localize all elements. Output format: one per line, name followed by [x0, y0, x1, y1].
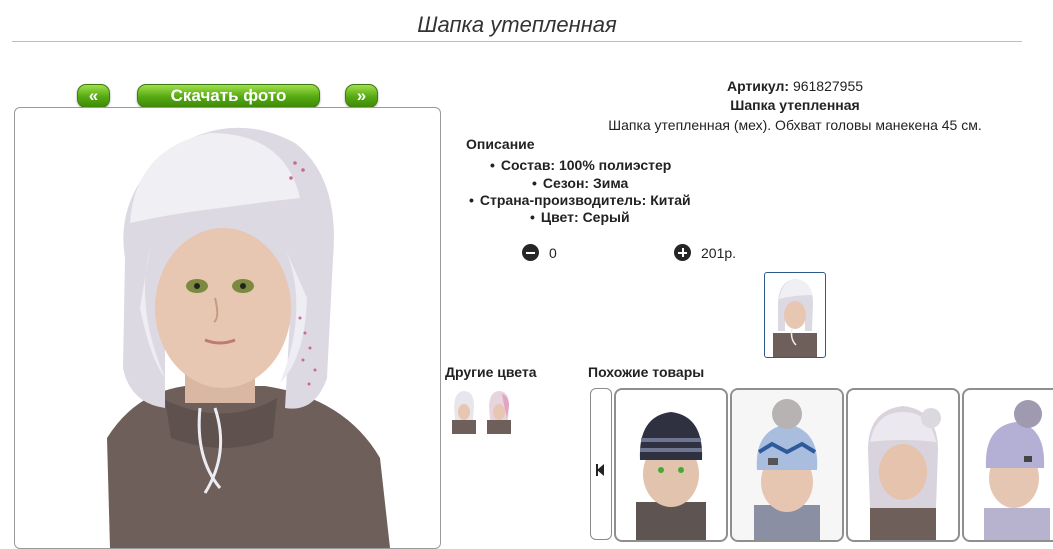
color-swatch-pink[interactable] [484, 388, 514, 434]
similar-product-card[interactable] [614, 388, 728, 542]
plus-circle-icon[interactable] [674, 244, 691, 261]
quantity-value: 0 [549, 245, 557, 261]
color-swatch-white[interactable] [449, 388, 479, 434]
property-item: Цвет: Серый [530, 209, 630, 225]
property-item: Сезон: Зима [532, 175, 628, 191]
mannequin-photo [107, 127, 390, 548]
property-item: Страна-производитель: Китай [469, 192, 691, 208]
download-photo-button[interactable]: Скачать фото [137, 84, 320, 108]
property-item: Состав: 100% полиэстер [490, 157, 671, 173]
price: 201р. [701, 245, 737, 261]
carousel-prev-button[interactable] [590, 388, 612, 540]
similar-product-card[interactable] [730, 388, 844, 542]
main-product-image[interactable] [14, 107, 441, 549]
description-heading: Описание [466, 136, 535, 152]
similar-product-card[interactable] [846, 388, 960, 542]
similar-products-title: Похожие товары [588, 364, 705, 380]
next-photo-button[interactable]: » [345, 84, 378, 108]
similar-product-card[interactable] [962, 388, 1053, 542]
title-divider [12, 41, 1022, 42]
other-colors-title: Другие цвета [445, 364, 537, 380]
selected-thumbnail[interactable] [764, 272, 826, 358]
prev-photo-button[interactable]: « [77, 84, 110, 108]
product-name: Шапка утепленная [730, 97, 860, 113]
sku-line: Артикул: 961827955 [590, 78, 1000, 94]
sku-label: Артикул: [726, 78, 790, 94]
sku-value: 961827955 [792, 78, 864, 94]
product-description: Шапка утепленная (мех). Обхват головы ма… [608, 117, 982, 133]
minus-circle-icon[interactable] [522, 244, 539, 261]
page-title: Шапка утепленная [417, 12, 617, 37]
